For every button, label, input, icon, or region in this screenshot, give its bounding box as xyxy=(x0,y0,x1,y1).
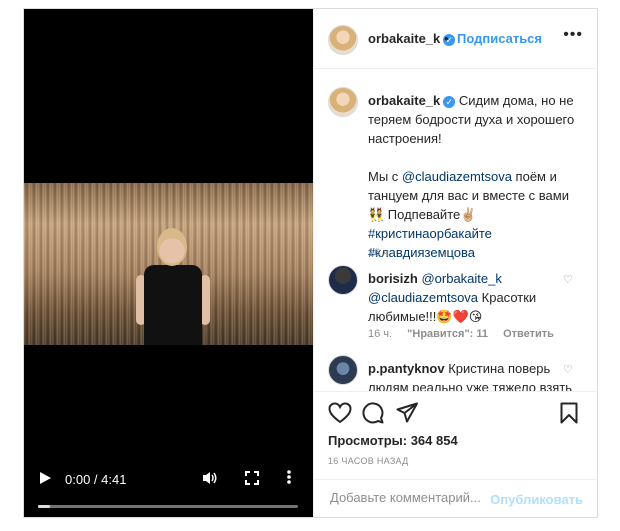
comment-username[interactable]: p.pantyknov xyxy=(368,361,445,376)
caption-meta: 16 ч. xyxy=(368,244,404,263)
caption-time[interactable]: 16 ч. xyxy=(368,247,392,259)
comment-time[interactable]: 16 ч. xyxy=(368,328,392,340)
more-options-icon[interactable]: ••• xyxy=(563,26,583,44)
avatar[interactable] xyxy=(328,87,358,117)
video-figure-head xyxy=(157,228,187,266)
comments-list[interactable]: orbakaite_k ✓ Сидим дома, но не теряем бо… xyxy=(314,69,597,391)
comment-meta: 16 ч. "Нравится": 11 Ответить xyxy=(368,325,566,344)
post-header: orbakaite_k ✓ • Подписаться ••• xyxy=(314,9,597,69)
header-username[interactable]: orbakaite_k ✓ xyxy=(368,31,456,46)
caption-username[interactable]: orbakaite_k ✓ xyxy=(368,93,456,108)
heart-icon[interactable]: ♡ xyxy=(563,271,573,290)
comment-icon[interactable] xyxy=(362,402,384,424)
heart-icon[interactable]: ♡ xyxy=(563,361,573,380)
bookmark-icon[interactable] xyxy=(560,402,578,424)
volume-icon[interactable] xyxy=(202,470,218,486)
list-item: p.pantyknov Кристина поверь людям реальн… xyxy=(328,355,578,391)
mention-link[interactable]: @claudiazemtsova xyxy=(402,169,512,184)
fullscreen-icon[interactable] xyxy=(244,470,260,486)
play-icon[interactable] xyxy=(38,471,52,485)
add-comment-bar: Опубликовать xyxy=(314,479,597,517)
video-progress-buffer xyxy=(38,505,50,508)
mention-link[interactable]: @orbakaite_k xyxy=(421,271,501,286)
post-date[interactable]: 16 ЧАСОВ НАЗАД xyxy=(328,456,409,466)
view-count[interactable]: Просмотры: 364 854 xyxy=(328,433,458,448)
mention-link[interactable]: @claudiazemtsova xyxy=(368,290,478,305)
instagram-post: 0:00 / 4:41 orbakaite_k ✓ • Подписаться … xyxy=(23,8,598,518)
post-sidebar: orbakaite_k ✓ • Подписаться ••• orbakaite… xyxy=(313,9,597,517)
caption: orbakaite_k ✓ Сидим дома, но не теряем бо… xyxy=(328,87,578,262)
comment-likes[interactable]: "Нравится": 11 xyxy=(407,328,488,340)
video-figure-body xyxy=(144,265,202,345)
avatar[interactable] xyxy=(328,25,358,55)
list-item: borisizh @orbakaite_k @claudiazemtsova К… xyxy=(328,265,578,345)
post-actions: Просмотры: 364 854 16 ЧАСОВ НАЗАД xyxy=(314,391,597,479)
caption-text: orbakaite_k ✓ Сидим дома, но не теряем бо… xyxy=(368,93,575,260)
heart-icon[interactable] xyxy=(328,402,352,424)
comment-text: borisizh @orbakaite_k @claudiazemtsova К… xyxy=(368,271,537,324)
video-time: 0:00 / 4:41 xyxy=(65,472,127,487)
video-player[interactable]: 0:00 / 4:41 xyxy=(24,9,313,517)
avatar[interactable] xyxy=(328,265,358,295)
follow-button[interactable]: Подписаться xyxy=(457,31,542,46)
share-icon[interactable] xyxy=(396,402,418,424)
more-vertical-icon[interactable] xyxy=(286,469,292,485)
video-progress-bar[interactable] xyxy=(38,505,298,508)
verified-icon: ✓ xyxy=(443,95,456,108)
header-separator: • xyxy=(444,31,449,46)
comment-username[interactable]: borisizh xyxy=(368,271,418,286)
reply-button[interactable]: Ответить xyxy=(503,328,554,340)
comment-text: p.pantyknov Кристина поверь людям реальн… xyxy=(368,361,573,391)
publish-button[interactable]: Опубликовать xyxy=(490,492,583,507)
hashtag-link[interactable]: #кристинаорбакайте xyxy=(368,226,492,241)
video-frame[interactable] xyxy=(24,183,313,345)
avatar[interactable] xyxy=(328,355,358,385)
comment-input[interactable] xyxy=(328,489,502,506)
video-controls: 0:00 / 4:41 xyxy=(24,457,313,517)
